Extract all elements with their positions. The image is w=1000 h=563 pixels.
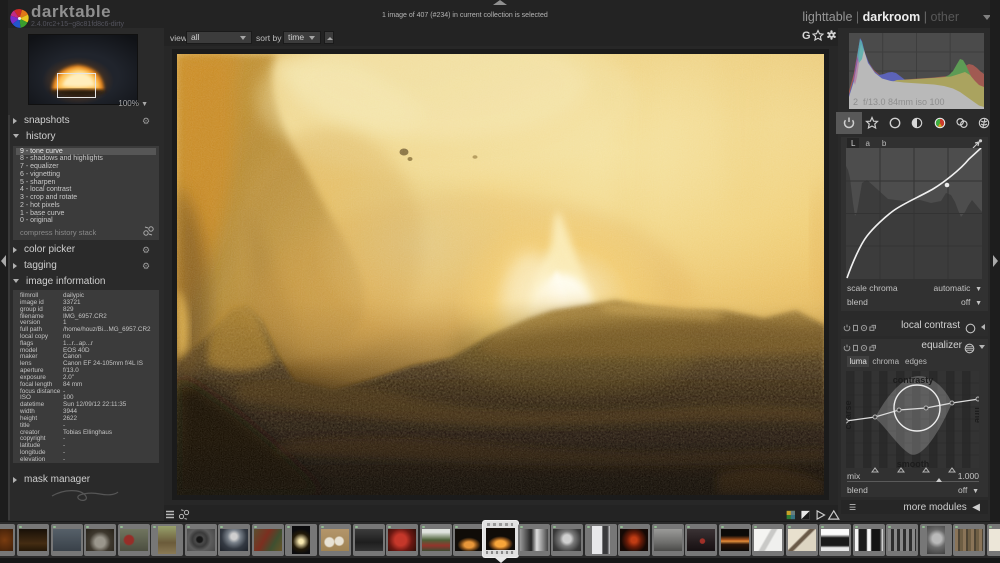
svg-text:contrasty: contrasty xyxy=(893,375,934,385)
svg-text:G: G xyxy=(802,30,811,42)
svg-text:smooth: smooth xyxy=(897,459,930,469)
svg-text:fine: fine xyxy=(973,407,979,423)
svg-text:coarse: coarse xyxy=(846,400,853,429)
